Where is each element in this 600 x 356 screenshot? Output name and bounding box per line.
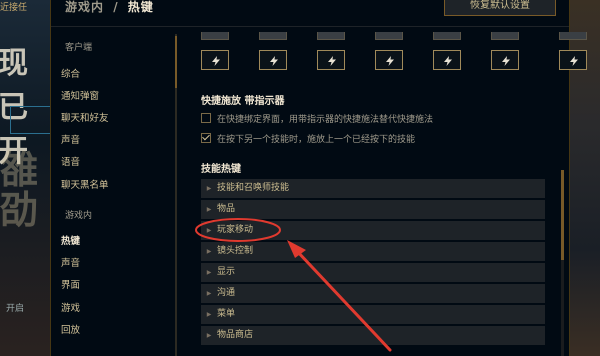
- quickcast-option-indicator[interactable]: 在快捷绑定界面，用带指示器的快捷施法替代快捷施法: [201, 112, 433, 125]
- expand-arrow-icon: ▶: [206, 332, 212, 339]
- sidebar-category-client: 客户端: [65, 43, 93, 53]
- key-cap-top: [433, 32, 461, 40]
- sidebar-item-interface[interactable]: 界面: [61, 277, 80, 291]
- sidebar-item-voice[interactable]: 语音: [61, 154, 80, 168]
- lightning-bolt-icon: [570, 56, 578, 66]
- quickcast-toggle-button[interactable]: [375, 50, 403, 70]
- category-row-player-movement[interactable]: ▶ 玩家移动: [201, 221, 545, 240]
- lightning-bolt-icon: [270, 56, 278, 66]
- expand-arrow-icon: ▶: [206, 248, 212, 255]
- expand-arrow-icon: ▶: [206, 269, 212, 276]
- category-row-menu[interactable]: ▶ 菜单: [201, 305, 545, 324]
- key-cap-top: [201, 32, 229, 40]
- sidebar-item-general[interactable]: 综合: [61, 66, 80, 80]
- sidebar-item-hotkeys[interactable]: 热键: [61, 233, 80, 247]
- background-art-text: 雒 劭: [0, 148, 39, 232]
- key-cap-top: [559, 32, 587, 40]
- background-frame: [10, 106, 50, 134]
- quickcast-option-indicator-label: 在快捷绑定界面，用带指示器的快捷施法替代快捷施法: [217, 115, 434, 125]
- lightning-bolt-icon: [328, 56, 336, 66]
- lightning-bolt-icon: [502, 56, 510, 66]
- category-row-abilities[interactable]: ▶ 技能和召唤师技能: [201, 179, 545, 198]
- checkbox-unchecked[interactable]: [201, 113, 211, 123]
- expand-arrow-icon: ▶: [206, 227, 212, 234]
- category-label: 物品: [217, 204, 236, 214]
- hotkey-content: 快捷施放 带指示器 在快捷绑定界面，用带指示器的快捷施法替代快捷施法 在按下另一…: [201, 26, 587, 356]
- sidebar-item-ingame-sound[interactable]: 声音: [61, 255, 80, 269]
- quickcast-section-title: 快捷施放 带指示器: [201, 96, 285, 107]
- sidebar-scroll-thumb[interactable]: [175, 36, 177, 88]
- lightning-bolt-icon: [444, 56, 452, 66]
- key-cap-top: [317, 32, 345, 40]
- lightning-bolt-icon: [386, 56, 394, 66]
- quickcast-toggle-button[interactable]: [317, 50, 345, 70]
- sidebar-item-replay[interactable]: 回放: [61, 322, 80, 336]
- category-label: 镜头控制: [217, 246, 254, 256]
- quickcast-option-previous-skill-label: 在按下另一个技能时，施放上一个已经按下的技能: [217, 135, 416, 145]
- checkbox-checked[interactable]: [201, 133, 211, 143]
- quickcast-toggle-button[interactable]: [201, 50, 229, 70]
- category-label: 物品商店: [217, 330, 254, 340]
- breadcrumb: 游戏内 / 热键: [65, 0, 154, 15]
- quickcast-option-previous-skill[interactable]: 在按下另一个技能时，施放上一个已经按下的技能: [201, 132, 415, 145]
- quickcast-toggle-button[interactable]: [491, 50, 519, 70]
- page-title: 热键: [127, 0, 154, 14]
- category-row-item-shop[interactable]: ▶ 物品商店: [201, 326, 545, 345]
- background-text-top: 近接任: [0, 3, 28, 13]
- quickcast-toggle-button[interactable]: [559, 50, 587, 70]
- expand-arrow-icon: ▶: [206, 290, 212, 297]
- category-row-communication[interactable]: ▶ 沟通: [201, 284, 545, 303]
- breadcrumb-separator: /: [113, 0, 119, 14]
- category-label: 沟通: [217, 288, 236, 298]
- lightning-bolt-icon: [212, 56, 220, 66]
- skill-hotkeys-section-title: 技能热键: [201, 164, 241, 175]
- breadcrumb-section: 游戏内: [65, 0, 105, 14]
- category-label: 玩家移动: [217, 225, 254, 235]
- sidebar-item-game[interactable]: 游戏: [61, 300, 80, 314]
- background-text-bottom: 开启: [6, 304, 25, 314]
- restore-defaults-button[interactable]: 恢复默认设置: [444, 0, 556, 16]
- key-cap-top: [491, 32, 519, 40]
- key-cap-top: [259, 32, 287, 40]
- sidebar-item-sound[interactable]: 声音: [61, 132, 80, 146]
- sidebar-category-ingame: 游戏内: [65, 211, 93, 221]
- category-label: 技能和召唤师技能: [217, 183, 290, 193]
- quickcast-toggle-button[interactable]: [433, 50, 461, 70]
- sidebar-item-notifications[interactable]: 通知弹窗: [61, 88, 99, 102]
- expand-arrow-icon: ▶: [206, 311, 212, 318]
- sidebar-item-chat-blocklist[interactable]: 聊天黑名单: [61, 177, 109, 191]
- expand-arrow-icon: ▶: [206, 206, 212, 213]
- key-cap-top: [375, 32, 403, 40]
- content-scrollbar-thumb[interactable]: [561, 170, 564, 260]
- background-left: 近接任 现已开 雒 劭 开启: [0, 0, 50, 356]
- settings-modal: 游戏内 / 热键 恢复默认设置 客户端 综合 通知弹窗 聊天和好友 声音 语音 …: [50, 0, 587, 356]
- category-row-camera-control[interactable]: ▶ 镜头控制: [201, 242, 545, 261]
- category-label: 显示: [217, 267, 236, 277]
- modal-header: 游戏内 / 热键 恢复默认设置: [51, 0, 569, 27]
- settings-sidebar: 客户端 综合 通知弹窗 聊天和好友 声音 语音 聊天黑名单 游戏内 热键 声音 …: [51, 30, 179, 356]
- sidebar-item-chat-friends[interactable]: 聊天和好友: [61, 110, 109, 124]
- quickcast-toggle-button[interactable]: [259, 50, 287, 70]
- category-label: 菜单: [217, 309, 236, 319]
- category-row-display[interactable]: ▶ 显示: [201, 263, 545, 282]
- category-row-items[interactable]: ▶ 物品: [201, 200, 545, 219]
- expand-arrow-icon: ▶: [206, 185, 212, 192]
